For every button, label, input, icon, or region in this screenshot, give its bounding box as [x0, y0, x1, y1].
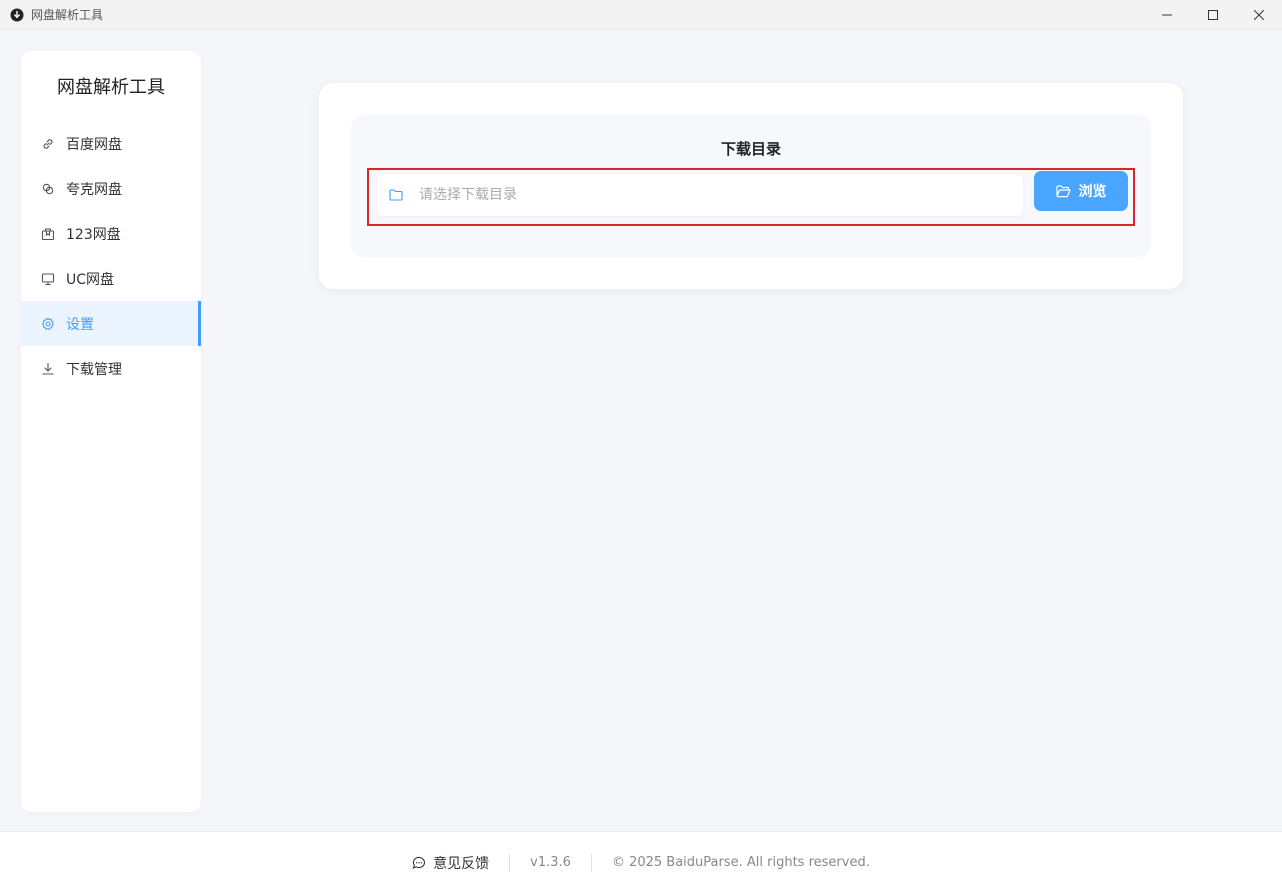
- sidebar-item-label: 下载管理: [66, 361, 122, 378]
- window-controls: [1144, 0, 1282, 30]
- close-button[interactable]: [1236, 0, 1282, 30]
- sidebar-item-label: UC网盘: [66, 271, 115, 288]
- maximize-icon: [1208, 10, 1218, 20]
- footer-divider: [590, 853, 592, 872]
- download-dir-input[interactable]: [419, 187, 979, 203]
- minimize-icon: [1162, 14, 1172, 16]
- sidebar-title: 网盘解析工具: [57, 77, 165, 98]
- sidebar-item-label: 设置: [66, 316, 94, 333]
- monitor-icon: [41, 272, 55, 286]
- sidebar-item-settings[interactable]: 设置: [21, 301, 201, 346]
- browse-button[interactable]: 浏览: [1034, 171, 1128, 211]
- sidebar: 网盘解析工具 百度网盘 夸克网盘 123网盘 UC网盘 设置 下载管理: [21, 51, 201, 812]
- settings-card: 下载目录 浏览: [319, 83, 1183, 289]
- sidebar-item-downloads[interactable]: 下载管理: [21, 346, 201, 391]
- sidebar-item-label: 123网盘: [66, 226, 121, 243]
- copyright-text: © 2025 BaiduParse. All rights reserved.: [611, 855, 870, 870]
- close-icon: [1254, 10, 1264, 20]
- highlight-box: 浏览: [367, 168, 1135, 226]
- cloud-download-icon: [10, 8, 24, 22]
- link-icon: [41, 137, 55, 151]
- link-circles-icon: [41, 182, 55, 196]
- download-icon: [41, 362, 55, 376]
- folder-open-icon: [1055, 184, 1071, 198]
- sidebar-item-baidu[interactable]: 百度网盘: [21, 121, 201, 166]
- download-dir-panel: 下载目录 浏览: [351, 115, 1151, 257]
- box-icon: [41, 227, 55, 241]
- sidebar-item-label: 夸克网盘: [66, 181, 122, 198]
- chat-bubble-icon: [412, 856, 426, 870]
- feedback-link[interactable]: 意见反馈: [412, 853, 489, 873]
- title-bar: 网盘解析工具: [0, 0, 1282, 30]
- section-title: 下载目录: [720, 140, 781, 158]
- minimize-button[interactable]: [1144, 0, 1190, 30]
- browse-button-label: 浏览: [1078, 184, 1107, 200]
- sidebar-item-123[interactable]: 123网盘: [21, 211, 201, 256]
- sidebar-item-label: 百度网盘: [66, 136, 122, 153]
- footer-divider: [509, 853, 511, 872]
- download-dir-field[interactable]: [377, 174, 1023, 216]
- gear-icon: [41, 317, 55, 331]
- folder-icon: [389, 188, 403, 202]
- feedback-label: 意见反馈: [433, 855, 490, 872]
- sidebar-item-uc[interactable]: UC网盘: [21, 256, 201, 301]
- footer: 意见反馈 v1.3.6 © 2025 BaiduParse. All right…: [0, 831, 1282, 893]
- sidebar-item-quark[interactable]: 夸克网盘: [21, 166, 201, 211]
- maximize-button[interactable]: [1190, 0, 1236, 30]
- window-title: 网盘解析工具: [31, 8, 104, 22]
- version-label: v1.3.6: [530, 855, 571, 870]
